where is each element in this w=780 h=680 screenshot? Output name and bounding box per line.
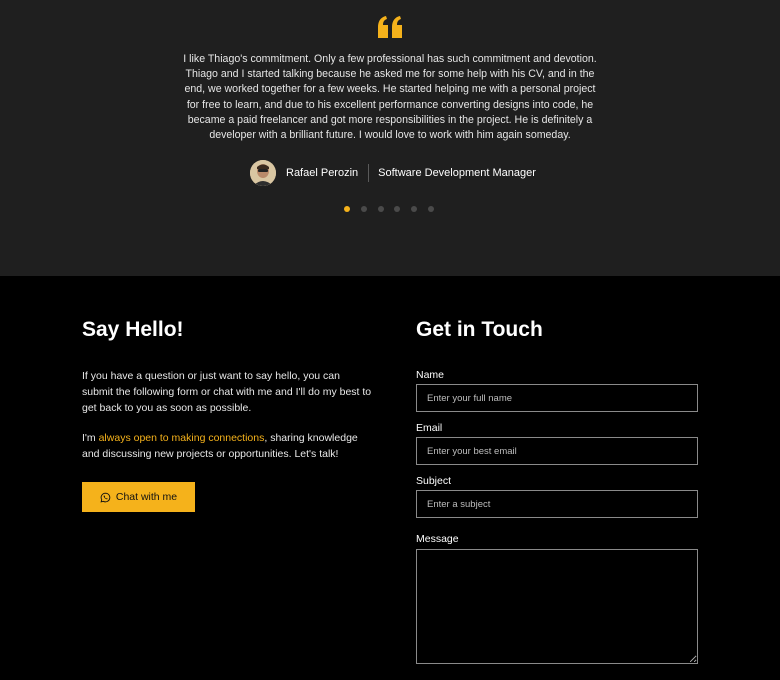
- slider-dot-1[interactable]: [344, 206, 350, 212]
- slider-dot-5[interactable]: [411, 206, 418, 212]
- slider-pagination: [344, 206, 434, 212]
- testimonial-section: I like Thiago's commitment. Only a few p…: [0, 0, 780, 276]
- connections-paragraph: I'm always open to making connections, s…: [82, 430, 372, 462]
- email-label: Email: [416, 422, 443, 434]
- chat-button-label: Chat with me: [115, 491, 178, 503]
- connections-prefix: I'm: [82, 432, 99, 444]
- message-label: Message: [416, 533, 459, 545]
- author-role: Software Development Manager: [378, 167, 536, 179]
- slider-dot-2[interactable]: [360, 206, 367, 212]
- email-input[interactable]: [416, 437, 698, 465]
- name-input[interactable]: [416, 384, 698, 412]
- subject-input[interactable]: [416, 490, 698, 518]
- slider-dot-6[interactable]: [427, 206, 434, 212]
- testimonial-author: Rafael Perozin Software Development Mana…: [250, 160, 536, 186]
- chat-with-me-button[interactable]: Chat with me: [82, 482, 195, 512]
- slider-dot-4[interactable]: [394, 206, 401, 212]
- say-hello-heading: Say Hello!: [82, 318, 184, 341]
- whatsapp-icon: [100, 492, 111, 502]
- author-divider: [368, 164, 370, 182]
- avatar-photo-icon: [250, 160, 276, 186]
- slider-dot-3[interactable]: [377, 206, 384, 212]
- say-hello-paragraph: If you have a question or just want to s…: [82, 370, 372, 414]
- avatar: [250, 160, 276, 186]
- testimonial-text: I like Thiago's commitment. Only a few p…: [183, 53, 597, 142]
- message-textarea[interactable]: [416, 549, 698, 664]
- subject-label: Subject: [416, 475, 452, 487]
- name-label: Name: [416, 369, 445, 381]
- quote-icon: [378, 16, 402, 38]
- get-in-touch-heading: Get in Touch: [416, 318, 543, 341]
- connections-highlight: always open to making connections: [98, 432, 265, 444]
- author-name: Rafael Perozin: [286, 167, 359, 179]
